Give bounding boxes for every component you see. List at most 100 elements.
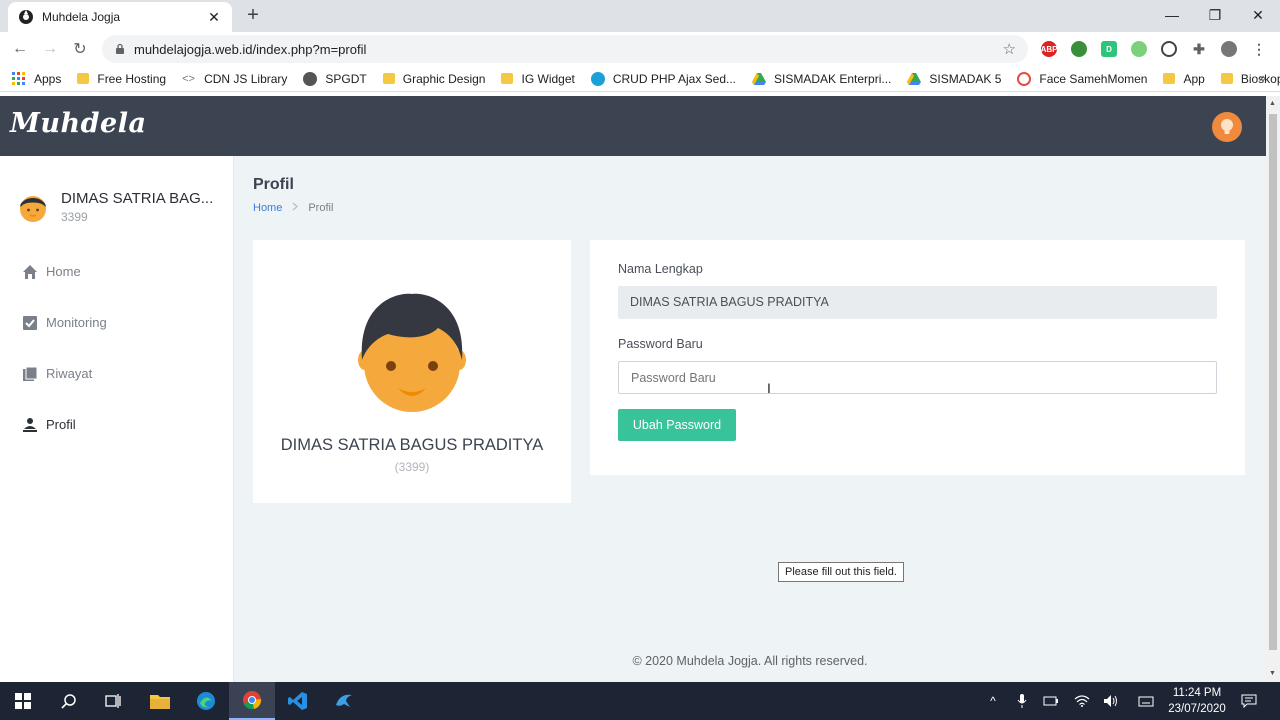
bookmark-ig-widget[interactable]: IG Widget xyxy=(501,71,575,86)
site-icon xyxy=(1017,71,1032,86)
ubah-password-button[interactable]: Ubah Password xyxy=(618,409,736,441)
close-window-button[interactable]: ✕ xyxy=(1236,0,1280,30)
main-content: Profil Home Profil DIMAS SATRIA BAGUS PR… xyxy=(234,156,1266,682)
sidebar-user-name: DIMAS SATRIA BAG... xyxy=(61,190,214,207)
task-view-icon[interactable] xyxy=(90,682,136,720)
bookmark-label: Apps xyxy=(34,71,62,86)
breadcrumb-home-link[interactable]: Home xyxy=(253,202,282,214)
search-icon[interactable] xyxy=(46,682,92,720)
adblock-extension-icon[interactable]: ABP xyxy=(1041,41,1057,57)
sidebar-item-home[interactable]: Home xyxy=(0,246,234,297)
extension-circle-icon[interactable] xyxy=(1161,41,1177,57)
bookmark-app[interactable]: App xyxy=(1163,71,1205,86)
site-icon xyxy=(590,71,605,86)
bookmark-apps[interactable]: Apps xyxy=(12,71,62,86)
url-text: muhdelajogja.web.id/index.php?m=profil xyxy=(134,41,367,57)
notification-center-icon[interactable] xyxy=(1241,693,1257,709)
validation-tooltip: Please fill out this field. xyxy=(778,562,904,582)
sidebar-item-monitoring[interactable]: Monitoring xyxy=(0,297,234,348)
sidebar-item-profil[interactable]: Profil xyxy=(0,399,234,450)
microphone-icon[interactable] xyxy=(1014,693,1030,709)
bookmark-label: Face SamehMomen xyxy=(1039,71,1148,86)
name-field: DIMAS SATRIA BAGUS PRADITYA xyxy=(618,286,1217,319)
site-favicon-icon xyxy=(19,10,33,24)
minimize-button[interactable]: — xyxy=(1150,0,1194,30)
scroll-up-icon[interactable]: ▲ xyxy=(1269,100,1276,107)
web-page: Muhdela DIMAS SATRIA BAG... 3399 Home Mo… xyxy=(0,96,1266,682)
extensions-puzzle-icon[interactable]: ✚ xyxy=(1191,41,1207,57)
bookmark-label: SPGDT xyxy=(325,71,367,86)
password-input[interactable] xyxy=(618,361,1217,394)
bookmark-sismadak-enterprise[interactable]: SISMADAK Enterpri... xyxy=(752,72,891,86)
wifi-icon[interactable] xyxy=(1074,693,1090,709)
bookmark-spgdt[interactable]: SPGDT xyxy=(303,71,367,86)
back-button[interactable]: ← xyxy=(8,37,32,61)
sidebar-item-label: Profil xyxy=(46,417,76,432)
windows-taskbar: ^ 11:24 PM 23/07/2020 xyxy=(0,682,1280,720)
profile-avatar-icon[interactable] xyxy=(1221,41,1237,57)
brand-logo[interactable]: Muhdela xyxy=(10,108,146,139)
page-title: Profil xyxy=(253,176,294,193)
reload-button[interactable]: ↻ xyxy=(68,37,92,61)
bookmarks-bar: Apps Free Hosting <> CDN JS Library SPGD… xyxy=(0,66,1280,92)
lightbulb-icon[interactable] xyxy=(1212,112,1242,142)
sidebar-item-label: Riwayat xyxy=(46,366,93,381)
edge-browser-icon[interactable] xyxy=(183,682,229,720)
avatar xyxy=(20,196,46,222)
sidebar-item-label: Home xyxy=(46,264,81,279)
breadcrumb-current: Profil xyxy=(308,202,334,214)
tab-title: Muhdela Jogja xyxy=(42,10,121,24)
app-dolphin-icon[interactable] xyxy=(321,682,367,720)
profile-card-id: (3399) xyxy=(394,460,430,474)
new-tab-button[interactable]: + xyxy=(240,4,266,28)
sidebar-user: DIMAS SATRIA BAG... 3399 xyxy=(16,186,226,230)
sidebar: DIMAS SATRIA BAG... 3399 Home Monitoring xyxy=(0,156,234,682)
restore-button[interactable]: ❐ xyxy=(1193,0,1237,30)
chrome-browser-icon[interactable] xyxy=(229,682,275,720)
tab-close-icon[interactable]: ✕ xyxy=(206,9,222,26)
bookmark-label: IG Widget xyxy=(521,71,575,86)
browser-menu-icon[interactable]: ⋮ xyxy=(1251,41,1267,57)
bookmark-label: App xyxy=(1183,71,1205,86)
bookmarks-overflow-icon[interactable]: » xyxy=(1259,70,1266,85)
bookmark-face-samehmomen[interactable]: Face SamehMomen xyxy=(1017,71,1148,86)
bookmark-label: SISMADAK 5 xyxy=(929,71,1002,86)
bookmark-free-hosting[interactable]: Free Hosting xyxy=(77,72,166,86)
sidebar-item-riwayat[interactable]: Riwayat xyxy=(0,348,234,399)
home-icon xyxy=(22,264,38,280)
windows-start-icon[interactable] xyxy=(0,682,46,720)
browser-tab[interactable]: Muhdela Jogja ✕ xyxy=(8,2,232,32)
book-icon xyxy=(22,366,38,382)
scroll-down-icon[interactable]: ▼ xyxy=(1269,670,1276,677)
taskbar-clock[interactable]: 11:24 PM 23/07/2020 xyxy=(1162,685,1232,717)
bookmark-crud-php[interactable]: CRUD PHP Ajax Sed... xyxy=(590,71,737,86)
drive-icon xyxy=(752,72,767,85)
code-icon: <> xyxy=(182,72,195,85)
extension-whatsapp-icon[interactable] xyxy=(1131,41,1147,57)
keyboard-icon[interactable] xyxy=(1138,693,1154,709)
extension-d-icon[interactable]: D xyxy=(1101,41,1117,57)
name-label: Nama Lengkap xyxy=(618,262,703,276)
extension-globe-icon[interactable] xyxy=(1071,41,1087,57)
profile-card-name: DIMAS SATRIA BAGUS PRADITYA xyxy=(280,436,544,454)
battery-icon[interactable] xyxy=(1043,693,1059,709)
password-form-card: Nama Lengkap DIMAS SATRIA BAGUS PRADITYA… xyxy=(590,240,1245,475)
drive-icon xyxy=(907,72,922,85)
page-scrollbar[interactable]: ▲ ▼ xyxy=(1266,96,1280,682)
forward-button[interactable]: → xyxy=(38,37,62,61)
address-bar[interactable]: muhdelajogja.web.id/index.php?m=profil ☆ xyxy=(102,35,1028,63)
tray-chevron-icon[interactable]: ^ xyxy=(985,693,1001,709)
bookmark-label: CRUD PHP Ajax Sed... xyxy=(612,71,737,86)
bookmark-sismadak-5[interactable]: SISMADAK 5 xyxy=(907,72,1001,86)
vscode-icon[interactable] xyxy=(275,682,321,720)
volume-icon[interactable] xyxy=(1103,693,1119,709)
folder-icon xyxy=(77,73,90,84)
file-explorer-icon[interactable] xyxy=(137,682,183,720)
person-icon xyxy=(22,417,38,433)
bookmark-cdn-js[interactable]: <> CDN JS Library xyxy=(182,72,287,86)
bookmark-bioskop[interactable]: Bioskop xyxy=(1220,72,1280,86)
bookmark-star-icon[interactable]: ☆ xyxy=(1003,40,1016,58)
scroll-thumb[interactable] xyxy=(1269,114,1277,650)
bookmark-graphic-design[interactable]: Graphic Design xyxy=(382,72,485,86)
top-navbar: Muhdela xyxy=(0,96,1266,156)
